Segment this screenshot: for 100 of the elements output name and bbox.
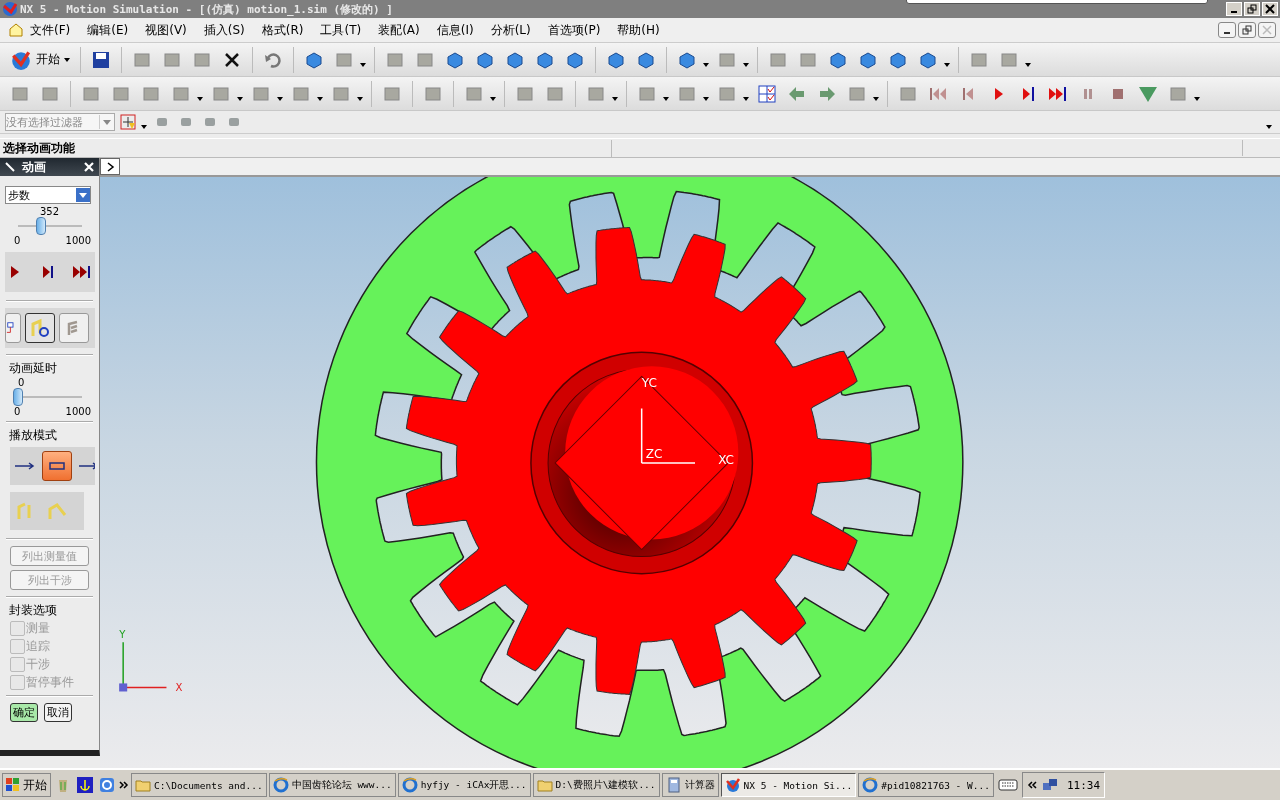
browser-icon [272, 777, 289, 793]
expand-button[interactable] [100, 158, 120, 175]
restore-icon [1247, 4, 1257, 14]
section-label: 播放模式 [8, 427, 58, 444]
checkbox-label: 暂停事件 [26, 673, 74, 691]
dropdown-arrow-icon[interactable] [197, 96, 203, 101]
house-icon [8, 22, 24, 38]
anchor-icon[interactable] [77, 777, 93, 793]
taskbar-button[interactable]: 中国齿轮论坛 www... [268, 773, 396, 797]
section-label: 动画延时 [8, 360, 58, 377]
dropdown-arrow-icon[interactable] [1266, 125, 1272, 129]
dropdown-arrow-icon[interactable] [360, 62, 366, 67]
taskbar-button[interactable]: 计算器 [661, 773, 719, 797]
status-prompt: 选择动画功能 [0, 139, 612, 157]
slider-max: 1000 [65, 406, 91, 417]
dropdown-arrow-icon[interactable] [141, 125, 147, 129]
wcs-axes [640, 407, 696, 464]
taskbar-button[interactable]: #pid10821763 - W... [858, 773, 994, 797]
play-mode-button[interactable] [42, 451, 72, 481]
taskbar-button[interactable]: NX 5 - Motion Si... [720, 773, 857, 797]
chevron-icon[interactable] [119, 780, 129, 790]
dropdown-arrow-icon[interactable] [1025, 62, 1031, 67]
close-icon [1265, 4, 1275, 14]
taskbar-button[interactable]: C:\Documents and... [131, 773, 267, 797]
windows-flag-icon [6, 778, 20, 792]
axis-label: XC [718, 452, 735, 467]
dropdown-arrow-icon[interactable] [612, 96, 618, 101]
folder-icon [135, 777, 151, 793]
menu-item[interactable]: 视图(V) [145, 21, 187, 39]
keyboard-icon[interactable] [997, 778, 1018, 792]
dropdown-arrow-icon[interactable] [743, 96, 749, 101]
slider-min: 0 [14, 406, 21, 417]
checkbox-label: 测量 [26, 619, 50, 637]
dropdown-arrow-icon[interactable] [317, 96, 323, 101]
menu-item[interactable]: 格式(R) [261, 21, 304, 39]
calculator-icon [665, 777, 682, 793]
browser-icon [401, 777, 418, 793]
dropdown-arrow-icon[interactable] [490, 96, 496, 101]
app-logo-icon [2, 1, 18, 17]
menu-item[interactable]: 工具(T) [320, 21, 362, 39]
slider-max: 1000 [65, 235, 91, 246]
slider-value: 0 [17, 377, 26, 388]
menu-item[interactable]: 编辑(E) [87, 21, 129, 39]
mode-dropdown[interactable]: 步数 [5, 186, 91, 204]
globe-icon [724, 777, 741, 793]
linkage-icon [47, 501, 67, 521]
dropdown-arrow-icon[interactable] [1194, 96, 1200, 101]
caret-icon [64, 57, 70, 62]
dropdown-arrow-icon[interactable] [237, 96, 243, 101]
dropdown-arrow-icon[interactable] [873, 96, 879, 101]
start-button[interactable]: 开始 [6, 46, 74, 73]
fast-forward-icon[interactable] [73, 264, 93, 280]
axis-label: ZC [645, 446, 663, 461]
dropdown-arrow-icon[interactable] [277, 96, 283, 101]
clock: 11:34 [1066, 778, 1101, 792]
filter-dropdown[interactable]: 没有选择过滤器 [5, 113, 115, 131]
browser-icon [862, 777, 879, 793]
dropdown-arrow-icon[interactable] [663, 96, 669, 101]
network-icon[interactable] [1041, 777, 1058, 793]
dropdown-arrow-icon[interactable] [703, 96, 709, 101]
window-title: NX 5 - Motion Simulation - [(仿真) motion_1.sim (修改的) ] [20, 1, 393, 17]
ok-button[interactable]: 确定 [10, 703, 38, 722]
folder-icon [536, 777, 553, 793]
close-icon[interactable] [83, 161, 95, 173]
step-forward-icon[interactable] [40, 264, 56, 280]
checklist-icon [757, 83, 777, 104]
menu-item[interactable]: 装配(A) [378, 21, 420, 39]
restore-button[interactable] [1238, 22, 1256, 38]
close-icon [1262, 25, 1272, 35]
pin-icon[interactable] [4, 161, 16, 173]
dropdown-arrow-icon[interactable] [357, 96, 363, 101]
dropdown-arrow-icon[interactable] [703, 62, 709, 67]
axis-label: Y [119, 629, 126, 641]
menu-item[interactable]: 首选项(P) [547, 21, 601, 39]
crosshair-icon [120, 114, 136, 130]
chevron-icon[interactable] [1026, 780, 1037, 790]
menu-item[interactable]: 分析(L) [490, 21, 531, 39]
taskbar-button[interactable]: hyfjy - iCAx开思... [397, 773, 531, 797]
minimize-button[interactable] [1218, 22, 1236, 38]
joint-button[interactable] [5, 313, 21, 343]
checkbox-label: 干涉 [26, 655, 50, 673]
cancel-button[interactable]: 取消 [44, 703, 72, 722]
save-icon [91, 49, 111, 70]
dropdown-arrow-icon[interactable] [743, 62, 749, 67]
linkage-button[interactable] [25, 313, 55, 343]
slider-value: 352 [38, 206, 61, 217]
chevron-right-icon [105, 161, 115, 172]
menu-item[interactable]: 信息(I) [436, 21, 474, 39]
restore-icon [1242, 25, 1252, 35]
minimize-icon [1231, 11, 1237, 13]
start-button[interactable]: 开始 [2, 773, 51, 797]
browser-icon[interactable] [99, 777, 115, 793]
linkage-icon [30, 318, 50, 338]
menu-item[interactable]: 文件(F) [30, 21, 71, 39]
menu-item[interactable]: 插入(S) [203, 21, 245, 39]
dropdown-arrow-icon[interactable] [944, 62, 950, 67]
panel-title: 动画 [22, 158, 47, 176]
triad-axes [119, 641, 168, 692]
menu-item[interactable]: 帮助(H) [617, 21, 660, 39]
taskbar-button[interactable]: D:\费照片\建模软... [532, 773, 660, 797]
